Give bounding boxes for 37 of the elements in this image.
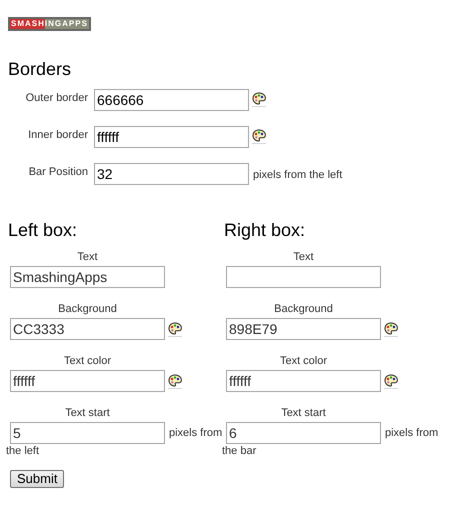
field-label: Text start: [65, 407, 110, 419]
input-field[interactable]: ffffff: [10, 370, 165, 392]
palette-icon[interactable]: [384, 322, 398, 334]
field-label: Text: [293, 251, 314, 263]
suffix-text: the bar: [222, 445, 256, 457]
palette-icon[interactable]: [168, 374, 182, 386]
input-field[interactable]: SmashingApps: [10, 266, 165, 288]
suffix-text: pixels from the left: [253, 169, 342, 181]
input-field[interactable]: 898E79: [226, 318, 381, 340]
section-heading: Left box:: [8, 219, 78, 242]
suffix-text: pixels from: [169, 427, 222, 439]
section-heading: Borders: [8, 58, 72, 81]
submit-button[interactable]: Submit: [10, 470, 64, 488]
field-label: Text: [77, 251, 98, 263]
input-field[interactable]: CC3333: [10, 318, 165, 340]
field-label: Text color: [280, 355, 328, 367]
palette-icon[interactable]: [252, 92, 266, 106]
input-field[interactable]: 5: [10, 422, 165, 444]
input-field[interactable]: 666666: [94, 89, 249, 111]
field-label: Text start: [281, 407, 326, 419]
input-field[interactable]: 6: [226, 422, 381, 444]
input-field[interactable]: 32: [94, 163, 249, 185]
suffix-text: the left: [6, 445, 40, 457]
field-label: Text color: [64, 355, 112, 367]
field-label: Outer border: [24, 91, 89, 106]
input-field[interactable]: ffffff: [226, 370, 381, 392]
field-label: Background: [274, 303, 333, 315]
palette-icon[interactable]: [384, 374, 398, 386]
input-field[interactable]: ffffff: [94, 126, 249, 148]
palette-icon[interactable]: [168, 322, 182, 334]
suffix-text: pixels from: [385, 427, 438, 439]
section-heading: Right box:: [224, 219, 306, 242]
field-label: Background: [58, 303, 117, 315]
field-label: Bar Position: [28, 165, 89, 180]
field-label: Inner border: [27, 128, 89, 143]
palette-icon[interactable]: [252, 129, 266, 142]
input-field[interactable]: [226, 266, 381, 288]
